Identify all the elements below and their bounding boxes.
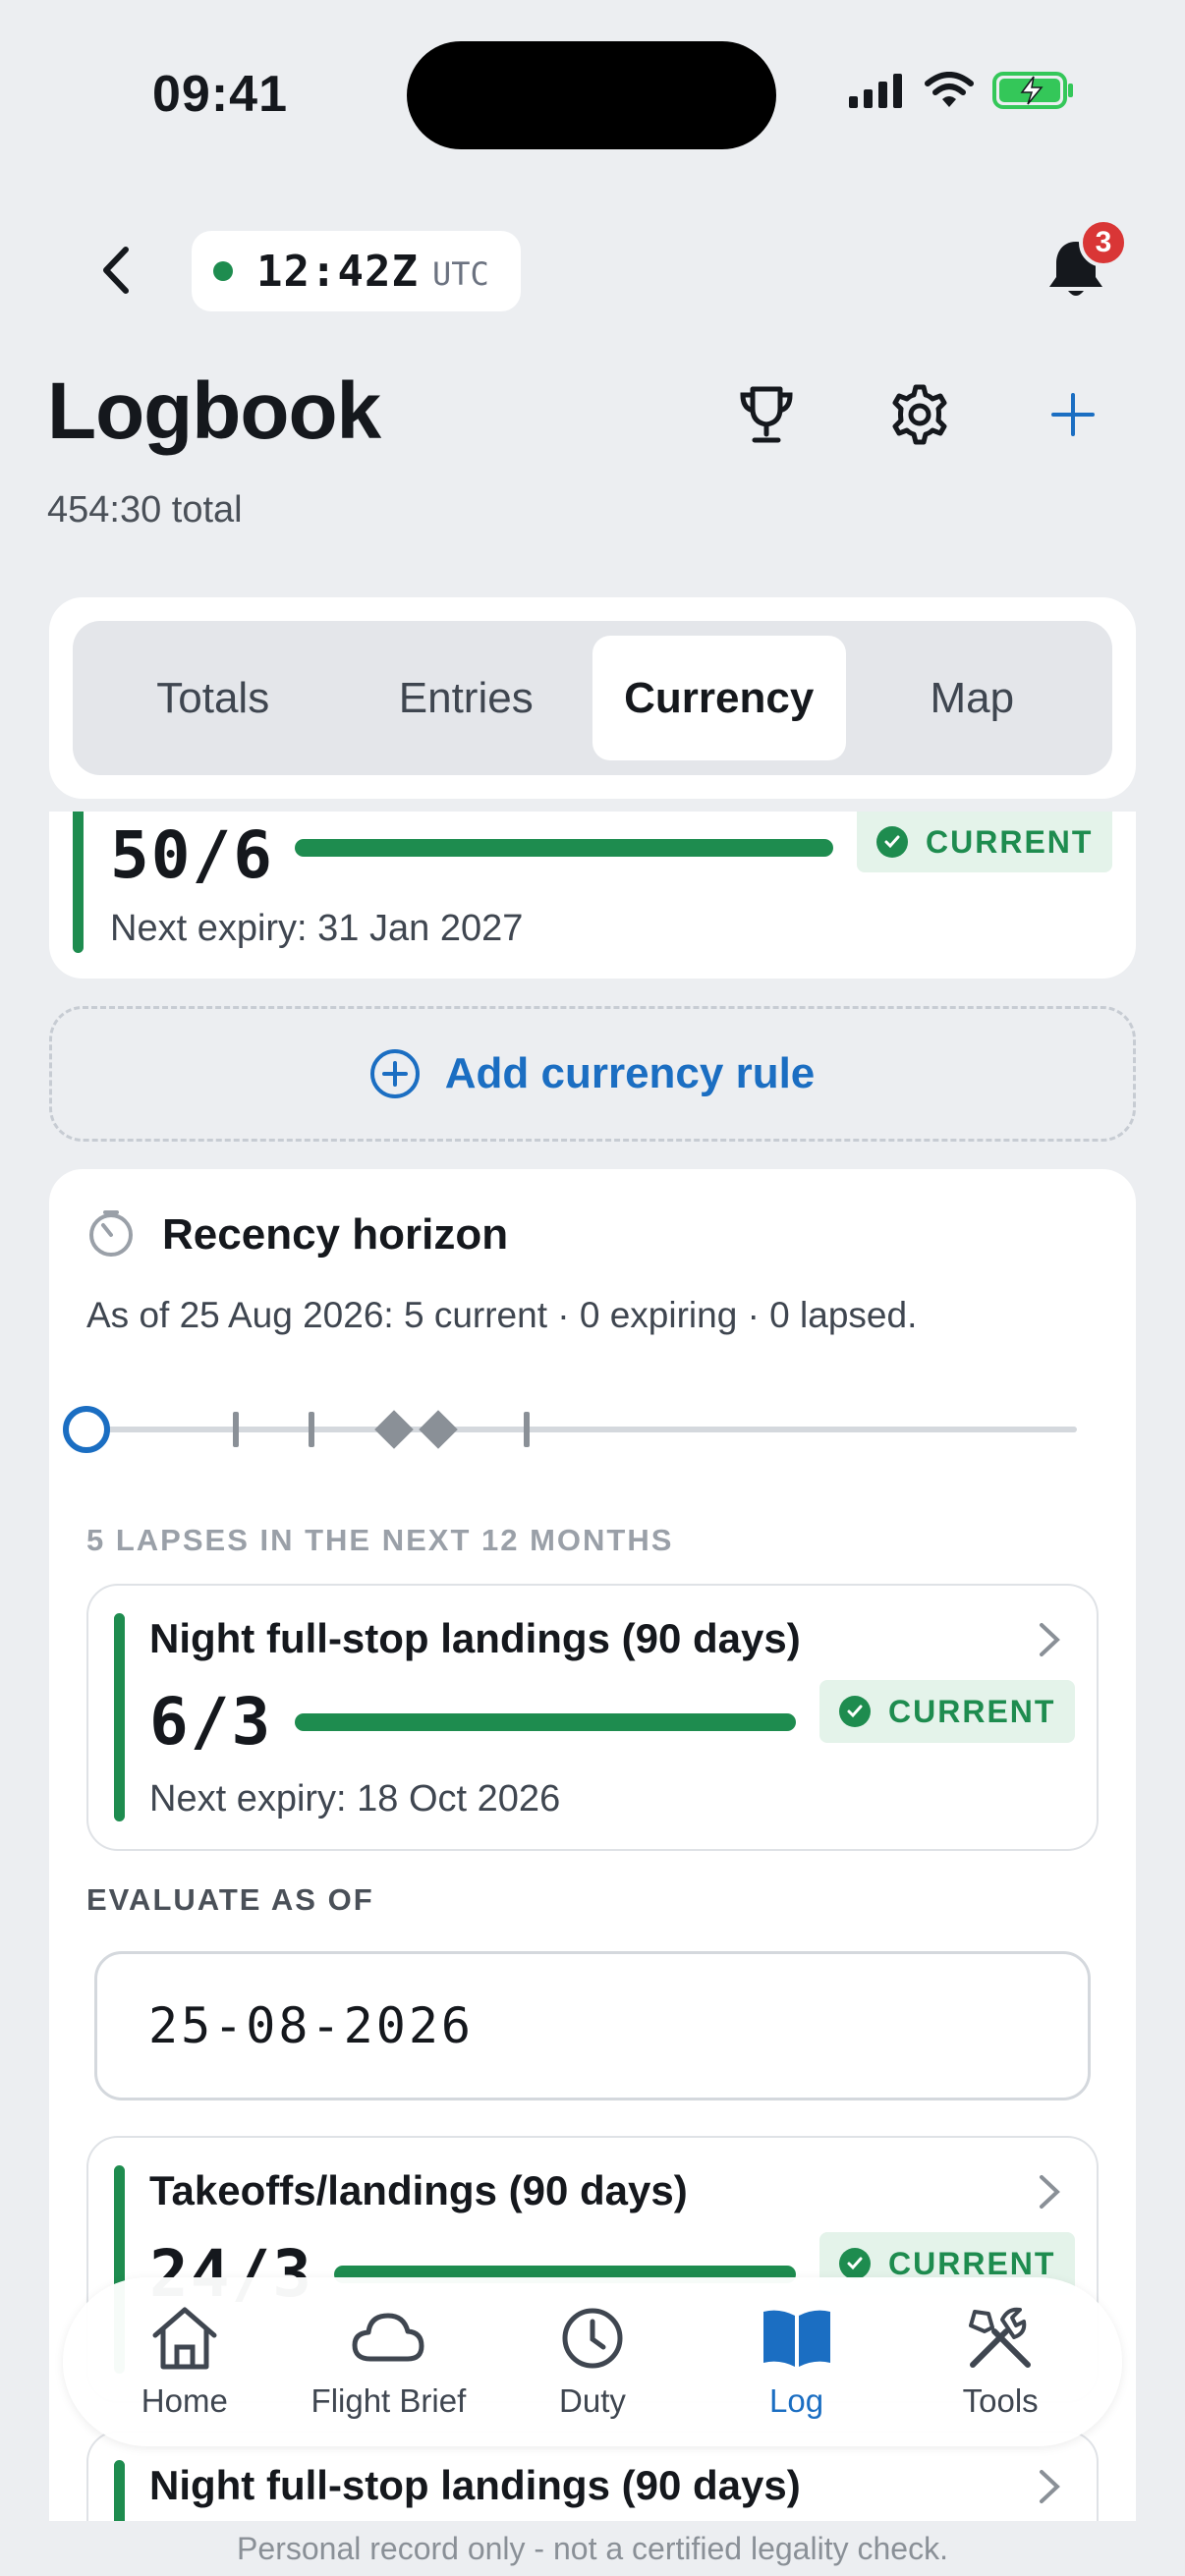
- cloud-icon: [352, 2313, 424, 2362]
- status-time: 09:41: [152, 66, 288, 123]
- plus-icon: [1051, 393, 1095, 436]
- add-rule-label: Add currency rule: [444, 1049, 816, 1097]
- rule-expiry: Next expiry: 18 Oct 2026: [149, 1778, 561, 1820]
- tab-totals[interactable]: Totals: [86, 636, 340, 760]
- nav-home[interactable]: Home: [86, 2304, 283, 2420]
- recency-timeline: [63, 1405, 1104, 1454]
- timeline-diamond: [374, 1410, 414, 1449]
- tools-icon: [969, 2307, 1032, 2368]
- recency-summary: As of 25 Aug 2026: 5 current · 0 expirin…: [86, 1295, 918, 1335]
- timeline-diamond: [419, 1410, 458, 1449]
- settings-button[interactable]: [880, 375, 959, 454]
- check-icon: [839, 2248, 871, 2279]
- rule-expiry: Next expiry: 31 Jan 2027: [110, 908, 524, 949]
- wifi-icon: [925, 72, 974, 107]
- clock-icon: [562, 2308, 623, 2369]
- lapses-heading: 5 LAPSES IN THE NEXT 12 MONTHS: [86, 1523, 674, 1557]
- timeline-tick: [524, 1412, 530, 1447]
- chevron-right-icon: [1040, 2470, 1060, 2503]
- timeline-tick: [233, 1412, 239, 1447]
- nav-duty[interactable]: Duty: [494, 2304, 691, 2420]
- rule-progress-bar: [295, 839, 833, 857]
- rule-title: Takeoffs/landings (90 days): [149, 2167, 688, 2213]
- status-badge: CURRENT: [857, 812, 1113, 872]
- tab-entries[interactable]: Entries: [340, 636, 593, 760]
- tab-currency[interactable]: Currency: [592, 636, 846, 760]
- nav-label: Tools: [962, 2382, 1039, 2419]
- dynamic-island: [407, 41, 776, 149]
- rule-progress-value: 50/6: [110, 817, 274, 893]
- add-currency-rule-button[interactable]: Add currency rule: [49, 1006, 1136, 1142]
- home-icon: [152, 2307, 217, 2370]
- evaluate-date-field[interactable]: 25-08-2026: [94, 1951, 1091, 2100]
- status-label: CURRENT: [888, 2245, 1056, 2281]
- live-indicator: [213, 261, 233, 281]
- check-icon: [876, 826, 908, 858]
- utc-time: 12:42Z: [256, 246, 419, 297]
- nav-flight-brief[interactable]: Flight Brief: [290, 2304, 486, 2420]
- notification-count-badge: 3: [1079, 218, 1128, 267]
- trophy-icon: [740, 386, 793, 443]
- rule-title: Night full-stop landings (90 days): [149, 2462, 801, 2508]
- currency-rule-card[interactable]: 50/6 CURRENT Next expiry: 31 Jan 2027: [49, 812, 1136, 979]
- utc-label: UTC: [431, 255, 489, 293]
- status-label: CURRENT: [926, 823, 1094, 860]
- nav-label: Duty: [559, 2382, 626, 2419]
- page-title: Logbook: [47, 366, 381, 456]
- status-icons: [847, 71, 1075, 110]
- total-hours: 454:30 total: [47, 489, 243, 531]
- plus-circle-icon: [369, 1049, 420, 1098]
- book-icon: [762, 2310, 830, 2367]
- status-stripe: [114, 1613, 125, 1821]
- status-badge: CURRENT: [819, 1680, 1076, 1743]
- currency-rule-card[interactable]: Night full-stop landings (90 days) 6/3 C…: [86, 1584, 1099, 1851]
- nav-log[interactable]: Log: [699, 2304, 895, 2420]
- bottom-navigation: Home Flight Brief Duty Log Tools: [63, 2277, 1122, 2446]
- signal-icon: [849, 74, 902, 108]
- utc-clock[interactable]: 12:42Z UTC: [192, 231, 521, 311]
- rule-progress-bar: [295, 1713, 796, 1731]
- nav-label: Home: [141, 2382, 228, 2419]
- battery-charging-icon: [992, 72, 1073, 109]
- segmented-tabs: Totals Entries Currency Map: [73, 621, 1112, 775]
- recency-title: Recency horizon: [162, 1210, 509, 1259]
- status-label: CURRENT: [888, 1693, 1056, 1729]
- nav-label: Flight Brief: [310, 2382, 467, 2419]
- chevron-left-icon: [103, 247, 129, 294]
- chevron-right-icon: [1040, 1623, 1060, 1656]
- nav-label: Log: [769, 2382, 824, 2419]
- timeline-tick: [309, 1412, 314, 1447]
- timeline-today-marker[interactable]: [63, 1406, 110, 1453]
- rule-title: Night full-stop landings (90 days): [149, 1615, 801, 1661]
- timer-icon: [89, 1210, 133, 1257]
- add-entry-button[interactable]: [1034, 375, 1112, 454]
- achievements-button[interactable]: [727, 375, 806, 454]
- check-icon: [839, 1696, 871, 1727]
- tab-map[interactable]: Map: [846, 636, 1100, 760]
- disclaimer-text: Personal record only - not a certified l…: [237, 2531, 948, 2566]
- chevron-right-icon: [1040, 2175, 1060, 2209]
- rule-progress-value: 6/3: [149, 1684, 273, 1760]
- back-button[interactable]: [90, 241, 140, 300]
- status-stripe: [73, 812, 84, 953]
- nav-tools[interactable]: Tools: [902, 2304, 1099, 2420]
- gear-icon: [892, 384, 947, 445]
- evaluate-label: EVALUATE AS OF: [86, 1882, 374, 1917]
